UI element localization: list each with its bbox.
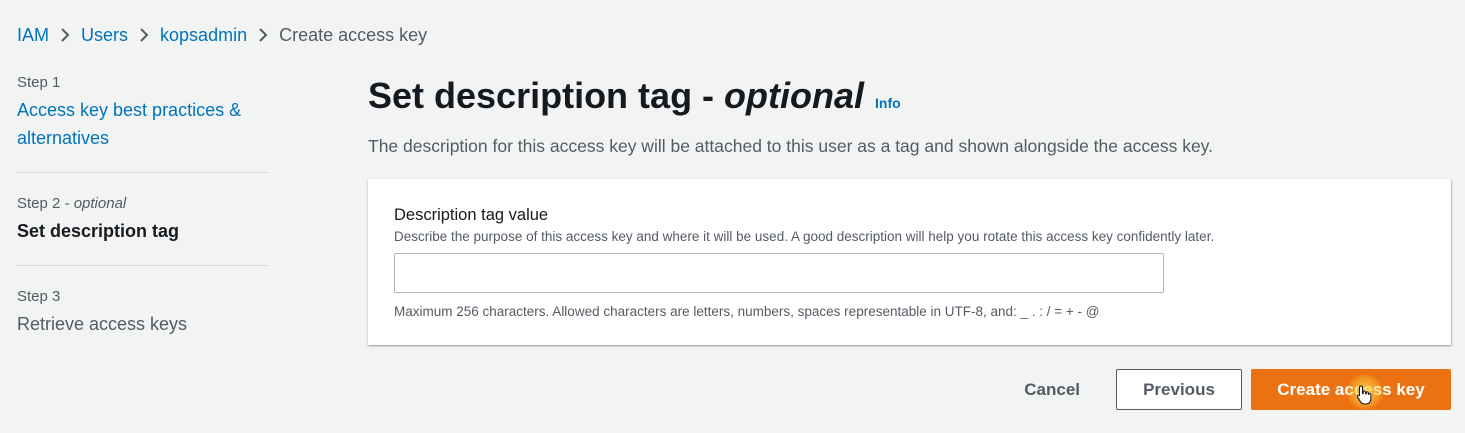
- chevron-right-icon: [49, 22, 81, 48]
- page-title: Set description tag - optional Info: [368, 70, 1451, 129]
- info-link[interactable]: Info: [875, 77, 901, 129]
- breadcrumb-users[interactable]: Users: [81, 25, 128, 46]
- chevron-right-icon: [128, 22, 160, 48]
- step-number: Step 3: [17, 288, 61, 305]
- create-access-key-button[interactable]: Create access key: [1251, 369, 1451, 410]
- field-description: Describe the purpose of this access key …: [394, 229, 1215, 244]
- step-optional-label: - optional: [64, 195, 127, 212]
- field-label: Description tag value: [394, 206, 549, 224]
- form-actions: Cancel Previous Create access key: [1004, 369, 1451, 410]
- page-title-text: Set description tag -: [368, 75, 715, 116]
- page-description: The description for this access key will…: [368, 136, 1213, 156]
- page-title-optional: optional: [724, 75, 865, 116]
- step-number-label: Step 2: [17, 195, 61, 212]
- description-tag-panel: Description tag value Describe the purpo…: [368, 179, 1451, 345]
- field-constraint: Maximum 256 characters. Allowed characte…: [394, 304, 1100, 319]
- step-number: Step 1: [17, 74, 61, 91]
- step-3: Step 3 Retrieve access keys: [17, 265, 268, 358]
- step-2: Step 2 - optional Set description tag: [17, 172, 268, 265]
- chevron-right-icon: [247, 22, 279, 48]
- step-title-retrieve: Retrieve access keys: [17, 314, 188, 334]
- description-tag-input[interactable]: [394, 253, 1164, 293]
- step-link-best-practices[interactable]: Access key best practices & alternatives: [17, 96, 268, 152]
- breadcrumb-iam[interactable]: IAM: [17, 25, 49, 46]
- breadcrumb: IAM Users kopsadmin Create access key: [17, 22, 427, 48]
- breadcrumb-current: Create access key: [279, 24, 428, 45]
- create-access-key-label: Create access key: [1277, 379, 1425, 399]
- step-1: Step 1 Access key best practices & alter…: [17, 72, 268, 172]
- breadcrumb-user[interactable]: kopsadmin: [160, 25, 247, 46]
- step-current-title: Set description tag: [17, 221, 180, 241]
- cancel-button[interactable]: Cancel: [1004, 369, 1100, 410]
- step-number: Step 2 - optional: [17, 193, 268, 215]
- main-content: Set description tag - optional Info The …: [368, 70, 1451, 345]
- wizard-steps: Step 1 Access key best practices & alter…: [17, 72, 268, 358]
- previous-button[interactable]: Previous: [1116, 369, 1242, 410]
